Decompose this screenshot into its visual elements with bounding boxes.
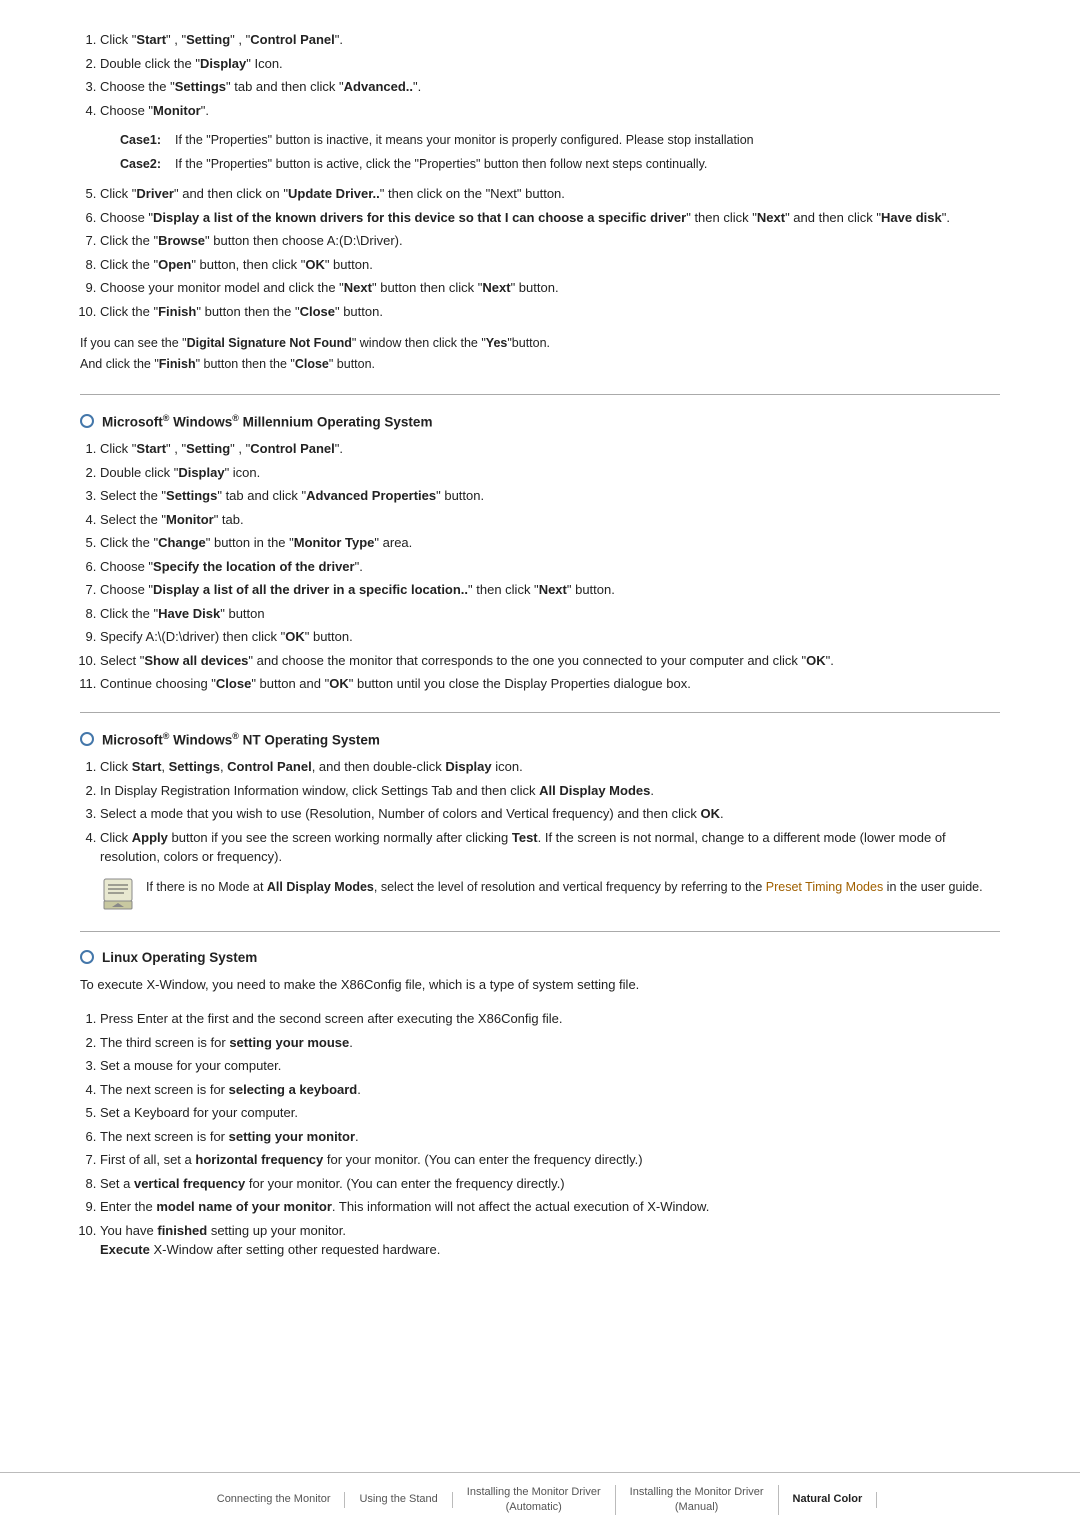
case2-label: Case2: bbox=[120, 154, 175, 174]
linux-step-5: Set a Keyboard for your computer. bbox=[100, 1103, 1000, 1123]
linux-header: Linux Operating System bbox=[80, 950, 1000, 965]
case1-note: Case1: If the "Properties" button is ina… bbox=[120, 130, 1000, 150]
linux-step-7: First of all, set a horizontal frequency… bbox=[100, 1150, 1000, 1170]
linux-step-3: Set a mouse for your computer. bbox=[100, 1056, 1000, 1076]
intro-step-7: Click the "Browse" button then choose A:… bbox=[100, 231, 1000, 251]
footer-installing-auto[interactable]: Installing the Monitor Driver(Automatic) bbox=[453, 1485, 616, 1516]
millennium-step-2: Double click "Display" icon. bbox=[100, 463, 1000, 483]
nt-step-2: In Display Registration Information wind… bbox=[100, 781, 1000, 801]
nt-bullet bbox=[80, 732, 94, 746]
linux-bullet bbox=[80, 950, 94, 964]
case2-note: Case2: If the "Properties" button is act… bbox=[120, 154, 1000, 174]
millennium-title: Microsoft® Windows® Millennium Operating… bbox=[102, 413, 432, 430]
nt-section: Microsoft® Windows® NT Operating System … bbox=[80, 731, 1000, 913]
linux-title: Linux Operating System bbox=[102, 950, 257, 965]
footer-installing-manual-label: Installing the Monitor Driver(Manual) bbox=[630, 1486, 764, 1513]
intro-step-6: Choose "Display a list of the known driv… bbox=[100, 208, 1000, 228]
millennium-header: Microsoft® Windows® Millennium Operating… bbox=[80, 413, 1000, 430]
intro-step-9: Choose your monitor model and click the … bbox=[100, 278, 1000, 298]
millennium-step-10: Select "Show all devices" and choose the… bbox=[100, 651, 1000, 671]
ds-line-1: If you can see the "Digital Signature No… bbox=[80, 333, 1000, 354]
nt-title: Microsoft® Windows® NT Operating System bbox=[102, 731, 380, 748]
nt-tip-text: If there is no Mode at All Display Modes… bbox=[146, 877, 1000, 897]
tip-icon bbox=[100, 877, 136, 913]
footer-connecting-label: Connecting the Monitor bbox=[217, 1493, 331, 1505]
linux-step-6: The next screen is for setting your moni… bbox=[100, 1127, 1000, 1147]
intro-step-10: Click the "Finish" button then the "Clos… bbox=[100, 302, 1000, 322]
linux-step-10: You have finished setting up your monito… bbox=[100, 1221, 1000, 1260]
footer-nav: Connecting the Monitor Using the Stand I… bbox=[0, 1472, 1080, 1527]
millennium-step-8: Click the "Have Disk" button bbox=[100, 604, 1000, 624]
linux-section: Linux Operating System To execute X-Wind… bbox=[80, 950, 1000, 1260]
footer-connecting[interactable]: Connecting the Monitor bbox=[203, 1492, 346, 1507]
linux-step-1: Press Enter at the first and the second … bbox=[100, 1009, 1000, 1029]
millennium-step-9: Specify A:\(D:\driver) then click "OK" b… bbox=[100, 627, 1000, 647]
millennium-step-6: Choose "Specify the location of the driv… bbox=[100, 557, 1000, 577]
millennium-step-11: Continue choosing "Close" button and "OK… bbox=[100, 674, 1000, 694]
nt-tip-box: If there is no Mode at All Display Modes… bbox=[100, 877, 1000, 913]
digital-signature-note: If you can see the "Digital Signature No… bbox=[80, 333, 1000, 376]
intro-step-4: Choose "Monitor". Case1: If the "Propert… bbox=[100, 101, 1000, 175]
millennium-section: Microsoft® Windows® Millennium Operating… bbox=[80, 413, 1000, 694]
linux-steps-list: Press Enter at the first and the second … bbox=[100, 1009, 1000, 1260]
linux-step-2: The third screen is for setting your mou… bbox=[100, 1033, 1000, 1053]
linux-intro: To execute X-Window, you need to make th… bbox=[80, 975, 1000, 996]
footer-installing-manual[interactable]: Installing the Monitor Driver(Manual) bbox=[616, 1485, 779, 1516]
intro-step-2: Double click the "Display" Icon. bbox=[100, 54, 1000, 74]
linux-step-4: The next screen is for selecting a keybo… bbox=[100, 1080, 1000, 1100]
case-notes: Case1: If the "Properties" button is ina… bbox=[120, 130, 1000, 174]
case2-text: If the "Properties" button is active, cl… bbox=[175, 154, 1000, 174]
millennium-step-5: Click the "Change" button in the "Monito… bbox=[100, 533, 1000, 553]
intro-steps-list: Click "Start" , "Setting" , "Control Pan… bbox=[100, 30, 1000, 321]
millennium-step-1: Click "Start" , "Setting" , "Control Pan… bbox=[100, 439, 1000, 459]
intro-step-1: Click "Start" , "Setting" , "Control Pan… bbox=[100, 30, 1000, 50]
nt-step-4: Click Apply button if you see the screen… bbox=[100, 828, 1000, 867]
intro-step-8: Click the "Open" button, then click "OK"… bbox=[100, 255, 1000, 275]
case1-label: Case1: bbox=[120, 130, 175, 150]
main-content: Click "Start" , "Setting" , "Control Pan… bbox=[0, 0, 1080, 1398]
millennium-step-4: Select the "Monitor" tab. bbox=[100, 510, 1000, 530]
divider-3 bbox=[80, 931, 1000, 932]
millennium-step-3: Select the "Settings" tab and click "Adv… bbox=[100, 486, 1000, 506]
intro-section: Click "Start" , "Setting" , "Control Pan… bbox=[80, 30, 1000, 376]
nt-header: Microsoft® Windows® NT Operating System bbox=[80, 731, 1000, 748]
footer-natural-color-label: Natural Color bbox=[793, 1493, 863, 1505]
linux-step-9: Enter the model name of your monitor. Th… bbox=[100, 1197, 1000, 1217]
footer-stand[interactable]: Using the Stand bbox=[345, 1492, 452, 1507]
millennium-steps-list: Click "Start" , "Setting" , "Control Pan… bbox=[100, 439, 1000, 694]
footer-natural-color[interactable]: Natural Color bbox=[779, 1492, 878, 1507]
divider-1 bbox=[80, 394, 1000, 395]
nt-step-1: Click Start, Settings, Control Panel, an… bbox=[100, 757, 1000, 777]
nt-step-3: Select a mode that you wish to use (Reso… bbox=[100, 804, 1000, 824]
intro-step-5: Click "Driver" and then click on "Update… bbox=[100, 184, 1000, 204]
nt-steps-list: Click Start, Settings, Control Panel, an… bbox=[100, 757, 1000, 867]
intro-step-3: Choose the "Settings" tab and then click… bbox=[100, 77, 1000, 97]
divider-2 bbox=[80, 712, 1000, 713]
case1-text: If the "Properties" button is inactive, … bbox=[175, 130, 1000, 150]
ds-line-2: And click the "Finish" button then the "… bbox=[80, 354, 1000, 375]
millennium-step-7: Choose "Display a list of all the driver… bbox=[100, 580, 1000, 600]
millennium-bullet bbox=[80, 414, 94, 428]
footer-stand-label: Using the Stand bbox=[359, 1493, 437, 1505]
footer-installing-auto-label: Installing the Monitor Driver(Automatic) bbox=[467, 1486, 601, 1513]
linux-step-8: Set a vertical frequency for your monito… bbox=[100, 1174, 1000, 1194]
preset-timing-link[interactable]: Preset Timing Modes bbox=[766, 880, 883, 894]
